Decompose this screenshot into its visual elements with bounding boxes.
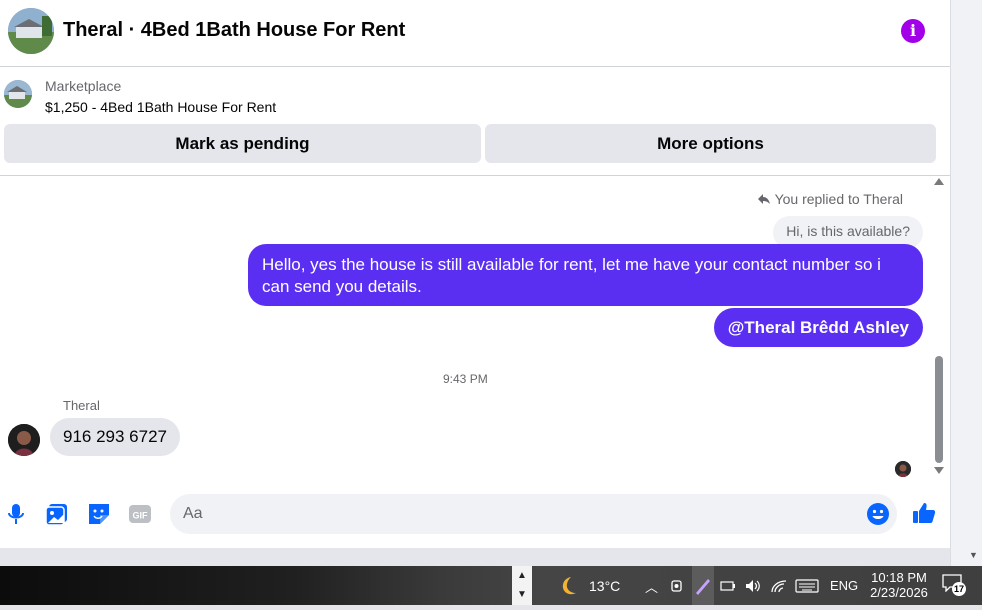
reply-icon	[757, 194, 770, 204]
message-timestamp: 9:43 PM	[443, 372, 488, 386]
sender-name: Theral	[63, 398, 100, 413]
mention-message[interactable]: @Theral Brêdd Ashley	[713, 308, 923, 347]
chevron-down-icon[interactable]: ▼	[512, 585, 532, 604]
pen-tray-highlight[interactable]	[692, 566, 714, 605]
keyboard-icon[interactable]	[795, 579, 819, 593]
mark-as-pending-button[interactable]: Mark as pending	[4, 124, 481, 163]
chevron-up-icon[interactable]: ▲	[512, 566, 532, 585]
weather-temperature[interactable]: 13°C	[589, 578, 620, 594]
listing-avatar[interactable]	[8, 8, 54, 54]
messenger-window: Theral · 4Bed 1Bath House For Rent i Mar…	[0, 0, 950, 548]
show-hidden-icons-chevron-icon[interactable]: ︿	[645, 577, 658, 596]
volume-icon[interactable]	[744, 578, 762, 594]
notification-count: 17	[952, 582, 966, 596]
conversation-header: Theral · 4Bed 1Bath House For Rent i	[0, 0, 950, 67]
sender-avatar[interactable]	[8, 424, 40, 456]
scroll-up-arrow[interactable]	[934, 178, 944, 185]
outgoing-message[interactable]: Hello, yes the house is still available …	[248, 244, 923, 306]
gif-icon[interactable]: GIF	[127, 501, 153, 527]
page-scroll-down-arrow[interactable]: ▼	[969, 550, 978, 560]
scroll-thumb[interactable]	[935, 356, 943, 463]
listing-price-title[interactable]: $1,250 - 4Bed 1Bath House For Rent	[45, 99, 276, 115]
more-options-button[interactable]: More options	[485, 124, 936, 163]
moon-icon[interactable]	[556, 574, 580, 598]
system-clock[interactable]: 10:18 PM 2/23/2026	[864, 570, 934, 600]
listing-source: Marketplace	[45, 78, 122, 94]
notification-center-icon[interactable]: 17	[942, 574, 966, 596]
network-icon[interactable]	[770, 578, 788, 594]
input-language[interactable]: ENG	[830, 578, 858, 593]
photo-icon[interactable]	[44, 501, 70, 527]
incoming-message[interactable]: 916 293 6727	[50, 418, 180, 456]
listing-thumbnail[interactable]	[4, 80, 32, 108]
marketplace-listing: Marketplace $1,250 - 4Bed 1Bath House Fo…	[0, 68, 950, 176]
pen-icon[interactable]	[692, 566, 714, 605]
meet-now-icon[interactable]	[670, 578, 684, 594]
replied-label: You replied to Theral	[774, 191, 903, 207]
battery-icon[interactable]	[720, 579, 736, 593]
page-scroll-strip[interactable]: ▼	[950, 0, 982, 566]
scroll-down-arrow[interactable]	[934, 467, 944, 474]
thumbs-up-icon[interactable]	[911, 500, 937, 526]
windows-taskbar: ▲ ▼ 13°C ︿ ENG 10:18 PM 2/23/2026 17	[0, 566, 982, 605]
seen-avatar	[895, 461, 911, 477]
chat-scrollbar[interactable]	[932, 176, 946, 481]
replied-indicator: You replied to Theral	[757, 191, 903, 207]
clock-date: 2/23/2026	[870, 585, 928, 600]
info-icon[interactable]: i	[901, 19, 925, 43]
clock-time: 10:18 PM	[871, 570, 927, 585]
microphone-icon[interactable]	[3, 501, 29, 527]
taskbar-scroll-buttons[interactable]: ▲ ▼	[512, 566, 532, 605]
emoji-icon[interactable]	[866, 502, 890, 526]
message-thread[interactable]: You replied to Theral Hi, is this availa…	[0, 176, 950, 481]
message-composer: GIF	[0, 482, 950, 548]
svg-text:GIF: GIF	[133, 511, 149, 521]
message-input[interactable]	[170, 494, 897, 534]
sticker-icon[interactable]	[86, 501, 112, 527]
conversation-title: Theral · 4Bed 1Bath House For Rent	[63, 19, 406, 41]
